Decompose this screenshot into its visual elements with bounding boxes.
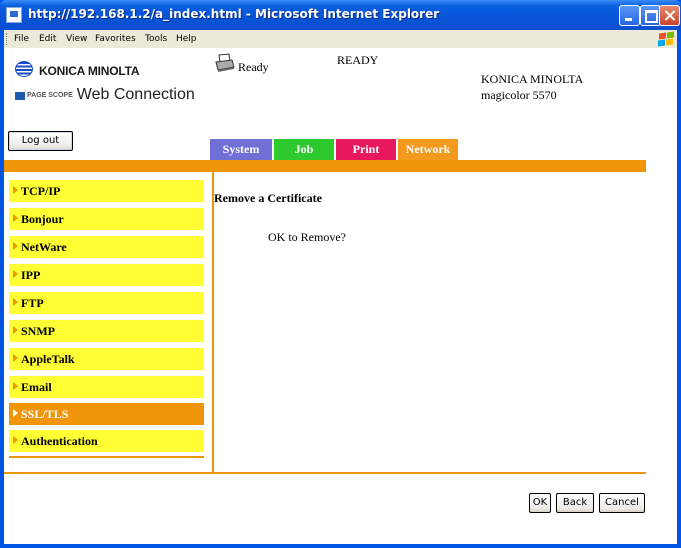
close-button[interactable] xyxy=(659,5,680,26)
browser-window: http://192.168.1.2/a_index.html - Micros… xyxy=(0,0,681,548)
status-text: Ready xyxy=(238,60,269,74)
content-divider-horizontal xyxy=(4,472,646,474)
window-title: http://192.168.1.2/a_index.html - Micros… xyxy=(28,7,440,21)
sidebar-item-ftp[interactable]: FTP xyxy=(9,292,204,314)
arrow-right-icon xyxy=(13,270,18,278)
arrow-right-icon xyxy=(13,436,18,444)
sidebar-item-netware[interactable]: NetWare xyxy=(9,236,204,258)
minimize-button[interactable] xyxy=(619,5,640,26)
page-title: Remove a Certificate xyxy=(214,191,322,205)
ok-button[interactable]: OK xyxy=(529,493,551,513)
sidebar-item-snmp[interactable]: SNMP xyxy=(9,320,204,342)
logout-button[interactable]: Log out xyxy=(8,131,73,151)
sidebar-item-appletalk[interactable]: AppleTalk xyxy=(9,348,204,370)
sidebar-item-bonjour[interactable]: Bonjour xyxy=(9,208,204,230)
maximize-button[interactable] xyxy=(640,5,661,26)
menu-help[interactable]: Help xyxy=(176,34,197,44)
printer-status-icon xyxy=(215,53,235,72)
arrow-right-icon xyxy=(13,186,18,194)
konica-minolta-logo: KONICA MINOLTA xyxy=(15,61,139,78)
menu-file[interactable]: File xyxy=(14,34,29,44)
arrow-right-icon xyxy=(13,354,18,362)
arrow-right-icon xyxy=(13,214,18,222)
menu-view[interactable]: View xyxy=(66,34,87,44)
arrow-right-icon xyxy=(13,242,18,250)
title-bar: http://192.168.1.2/a_index.html - Micros… xyxy=(0,0,681,30)
menu-favorites[interactable]: Favorites xyxy=(95,34,136,44)
confirm-message: OK to Remove? xyxy=(268,230,346,244)
menu-tools[interactable]: Tools xyxy=(145,34,167,44)
pagescope-icon: PAGE SCOPE xyxy=(15,92,73,100)
pagescope-web-connection-logo: PAGE SCOPE Web Connection xyxy=(15,86,195,104)
arrow-right-icon xyxy=(13,326,18,334)
sidebar-divider xyxy=(9,456,204,458)
sidebar-item-authentication[interactable]: Authentication xyxy=(9,430,204,452)
tab-job[interactable]: Job xyxy=(274,139,334,160)
status-panel: READY xyxy=(337,53,379,67)
tab-print[interactable]: Print xyxy=(336,139,396,160)
toolbar-grip[interactable] xyxy=(6,33,10,45)
sidebar-item-email[interactable]: Email xyxy=(9,376,204,398)
tab-network[interactable]: Network xyxy=(398,139,458,160)
page-content: KONICA MINOLTA PAGE SCOPE Web Connection … xyxy=(4,48,677,544)
content-divider-vertical xyxy=(212,172,214,472)
sidebar-item-ssl-tls[interactable]: SSL/TLS xyxy=(9,403,204,425)
tab-underline-bar xyxy=(4,160,646,172)
sidebar-item-ipp[interactable]: IPP xyxy=(9,264,204,286)
globe-icon xyxy=(15,61,33,77)
ie-page-icon xyxy=(6,7,22,23)
tab-system[interactable]: System xyxy=(210,139,272,160)
arrow-right-icon xyxy=(13,382,18,390)
menu-bar: File Edit View Favorites Tools Help xyxy=(4,30,677,48)
device-brand: KONICA MINOLTA xyxy=(481,72,584,86)
arrow-right-icon xyxy=(13,409,18,417)
sidebar-item-tcpip[interactable]: TCP/IP xyxy=(9,180,204,202)
arrow-right-icon xyxy=(13,298,18,306)
menu-edit[interactable]: Edit xyxy=(39,34,56,44)
back-button[interactable]: Back xyxy=(556,493,594,513)
cancel-button[interactable]: Cancel xyxy=(599,493,645,513)
device-model: magicolor 5570 xyxy=(481,88,557,102)
windows-logo-icon xyxy=(655,31,675,47)
